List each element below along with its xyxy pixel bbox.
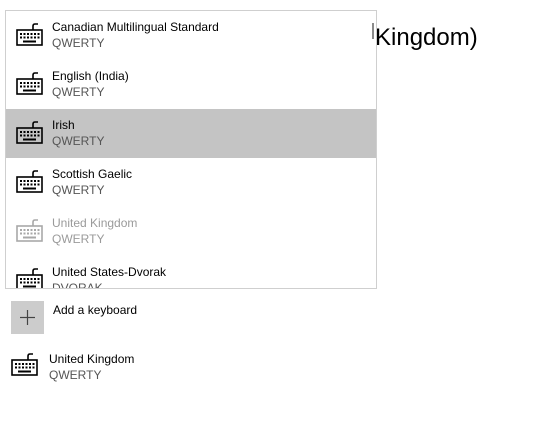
installed-keyboard-name: United Kingdom [49, 352, 135, 366]
keyboard-option-name: Irish [52, 118, 75, 132]
keyboard-icon [16, 268, 43, 288]
keyboard-option-name: United Kingdom [52, 216, 138, 230]
plus-icon [20, 310, 35, 325]
installed-keyboard-layout: QWERTY [49, 368, 102, 382]
keyboard-option-english-india[interactable]: English (India) QWERTY [6, 60, 376, 109]
add-keyboard-button[interactable] [11, 301, 44, 334]
keyboard-icon [16, 72, 43, 95]
installed-keyboard-item[interactable]: United Kingdom QWERTY [0, 345, 300, 390]
keyboard-icon [16, 23, 43, 46]
keyboard-icon [16, 170, 43, 193]
keyboard-option-layout: QWERTY [52, 85, 105, 99]
keyboard-option-irish[interactable]: Irish QWERTY [6, 109, 376, 158]
keyboard-icon [16, 121, 43, 144]
keyboard-option-layout: QWERTY [52, 183, 105, 197]
add-keyboard-label[interactable]: Add a keyboard [53, 303, 137, 318]
keyboard-option-name: United States-Dvorak [52, 265, 167, 279]
keyboard-option-layout: QWERTY [52, 232, 105, 246]
keyboard-option-name: Scottish Gaelic [52, 167, 133, 181]
keyboard-option-layout: QWERTY [52, 36, 105, 50]
keyboard-option-name: English (India) [52, 69, 129, 83]
keyboard-dropdown-list[interactable]: Canadian Multilingual Standard QWERTY En… [5, 10, 377, 289]
keyboard-icon [11, 353, 38, 376]
keyboard-option-canadian-multilingual[interactable]: Canadian Multilingual Standard QWERTY [6, 11, 376, 60]
keyboard-option-layout: QWERTY [52, 134, 105, 148]
keyboard-option-name: Canadian Multilingual Standard [52, 20, 219, 34]
keyboard-option-layout: DVORAK [52, 281, 103, 289]
keyboard-option-united-kingdom: United Kingdom QWERTY [6, 207, 376, 256]
keyboard-icon [16, 219, 43, 242]
keyboard-option-united-states-dvorak[interactable]: United States-Dvorak DVORAK [6, 256, 376, 289]
keyboard-option-scottish-gaelic[interactable]: Scottish Gaelic QWERTY [6, 158, 376, 207]
